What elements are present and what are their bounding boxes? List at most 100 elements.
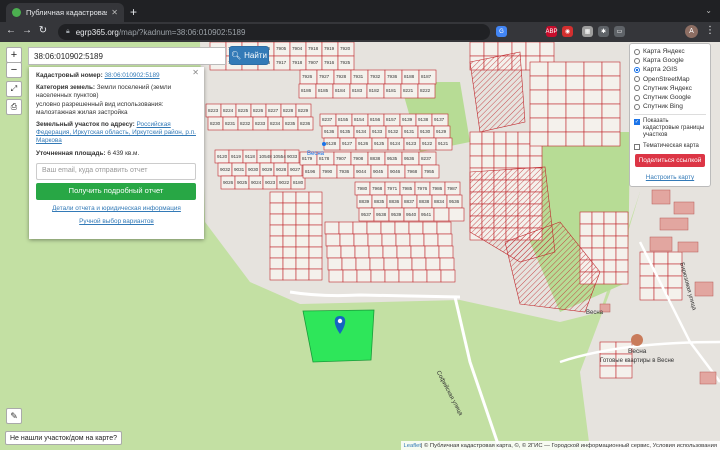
plot-number-label: 8181 bbox=[386, 88, 397, 93]
search-button[interactable]: 🔍︎ Найти bbox=[229, 46, 269, 65]
plot-number-label: 9027 bbox=[290, 166, 301, 172]
address-row: Земельный участок по адресу: Российская … bbox=[36, 121, 197, 146]
plot-number-label: 7968 bbox=[407, 168, 418, 174]
map-layer-option[interactable]: Спутник Яндекс bbox=[634, 84, 706, 93]
browser-menu-icon[interactable]: ⋮ bbox=[705, 25, 715, 36]
reload-icon[interactable]: ↻ bbox=[36, 25, 50, 36]
plot-number-label: 8196 bbox=[305, 168, 316, 174]
map-layer-option[interactable]: Карта Яндекс bbox=[634, 47, 706, 56]
browser-tab[interactable]: Публичная кадастровая карт ✕ bbox=[6, 3, 124, 22]
area-value: 6 439 кв.м. bbox=[107, 149, 140, 157]
plot-number-label: 8180 bbox=[293, 179, 304, 185]
map-layer-label: Спутник Яндекс bbox=[643, 84, 692, 92]
radio-icon[interactable] bbox=[634, 57, 640, 64]
forward-arrow-icon[interactable]: → bbox=[20, 25, 34, 36]
fullscreen-icon[interactable]: ⤢ bbox=[6, 81, 22, 97]
cadastral-search-input[interactable] bbox=[28, 47, 226, 65]
map-layer-option[interactable]: Спутник Google bbox=[634, 93, 706, 102]
radio-icon[interactable] bbox=[634, 103, 640, 110]
plot-number-label: 9131 bbox=[404, 129, 415, 134]
sidebar-icon[interactable]: ▭ bbox=[614, 26, 625, 37]
plot-number-label: 8185 bbox=[318, 88, 329, 93]
radio-selected-icon[interactable] bbox=[634, 66, 640, 73]
profile-avatar[interactable]: A bbox=[685, 25, 698, 38]
zoom-in-button[interactable]: + bbox=[6, 47, 22, 63]
plot-number-label: 8236 bbox=[300, 120, 311, 126]
close-icon[interactable]: ✕ bbox=[192, 68, 199, 77]
map-layer-option[interactable]: OpenStreetMap bbox=[634, 75, 706, 84]
plot-number-label: 7916 bbox=[324, 60, 335, 65]
browser-toolbar: ← → ↻ 🔒︎ egrp365.org /map/?kadnum=38:06:… bbox=[0, 22, 720, 42]
cad-number-link[interactable]: 38:06:010902:5189 bbox=[105, 72, 160, 79]
plot-number-label: 9031 bbox=[234, 166, 245, 172]
cadastral-map[interactable]: Весна Весна Готовые квартиры в Весне Вес… bbox=[0, 42, 720, 450]
plot-number-label: 8184 bbox=[335, 88, 346, 93]
map-layer-label: Карта Google bbox=[643, 57, 684, 65]
plot-number-label: 8223 bbox=[208, 107, 219, 113]
address-bar[interactable]: 🔒︎ egrp365.org /map/?kadnum=38:06:010902… bbox=[58, 24, 490, 40]
radio-icon[interactable] bbox=[634, 94, 640, 101]
configure-map-link[interactable]: Настроить карту bbox=[634, 174, 706, 181]
plot-number-label: 9118 bbox=[245, 153, 255, 159]
plot-number-label: 7928 bbox=[336, 74, 347, 79]
search-button-label: Найти bbox=[244, 51, 267, 60]
plot-number-label: 7918 bbox=[292, 60, 303, 65]
back-arrow-icon[interactable]: ← bbox=[4, 25, 18, 36]
puzzle-icon[interactable]: ✱ bbox=[598, 26, 609, 37]
plot-number-label: 8838 bbox=[419, 198, 430, 204]
thematic-map-checkbox[interactable]: Тематическая карта bbox=[634, 143, 706, 151]
plot-number-label: 8834 bbox=[434, 198, 445, 204]
google-icon[interactable]: G bbox=[496, 26, 507, 37]
checkbox-checked-icon[interactable]: ✓ bbox=[634, 119, 640, 126]
plot-number-label: 9541 bbox=[421, 211, 432, 217]
plot-number-label: 9028 bbox=[276, 166, 287, 172]
plot-number-label: 9024 bbox=[251, 179, 262, 185]
plot-number-label: 7971 bbox=[387, 185, 398, 191]
not-found-button[interactable]: Не нашли участок/дом на карте? bbox=[5, 431, 122, 445]
map-layer-option[interactable]: Карта 2GIS bbox=[634, 65, 706, 74]
url-domain: egrp365.org bbox=[75, 27, 119, 37]
share-link-button[interactable]: Поделиться ссылкой bbox=[635, 154, 705, 168]
checkbox-unchecked-icon[interactable] bbox=[634, 144, 640, 151]
extension-grid-icon[interactable]: ▦ bbox=[582, 26, 593, 37]
site-favicon-icon bbox=[12, 8, 21, 17]
pencil-icon[interactable]: ✎ bbox=[6, 408, 22, 424]
plot-number-label: 9026 bbox=[223, 179, 234, 185]
plot-number-label: 9540 bbox=[406, 211, 417, 217]
email-field[interactable]: Ваш email, куда отправить отчет bbox=[36, 162, 196, 180]
map-layer-option[interactable]: Спутник Bing bbox=[634, 102, 706, 111]
plot-number-label: 8233 bbox=[255, 120, 266, 126]
tab-search-icon[interactable]: ⌄ bbox=[705, 6, 712, 15]
tab-close-icon[interactable]: ✕ bbox=[111, 8, 118, 17]
plot-number-label: 8837 bbox=[404, 198, 415, 204]
adblock-icon[interactable]: ABP bbox=[546, 26, 558, 37]
map-attribution: Leaflet | © Публичная кадастровая карта,… bbox=[400, 441, 720, 450]
radio-icon[interactable] bbox=[634, 48, 640, 55]
plot-number-label: 7955 bbox=[424, 168, 435, 174]
plot-number-label: 7987 bbox=[447, 185, 458, 191]
zoom-out-button[interactable]: − bbox=[6, 62, 22, 78]
plot-number-label: 9025 bbox=[237, 179, 248, 185]
area-label: Уточненная площадь: bbox=[36, 149, 106, 157]
plot-number-label: 9029 bbox=[262, 166, 273, 172]
plot-number-label: 8178 bbox=[319, 155, 330, 161]
get-report-button[interactable]: Получить подробный отчет bbox=[36, 182, 196, 200]
plot-number-label: 7985 bbox=[402, 185, 413, 191]
plot-number-label: 7905 bbox=[276, 46, 287, 51]
plot-number-label: 9123 bbox=[406, 141, 417, 146]
radio-icon[interactable] bbox=[634, 85, 640, 92]
radio-icon[interactable] bbox=[634, 76, 640, 83]
cadastral-bounds-checkbox[interactable]: ✓ Показать кадастровые границы участков bbox=[634, 118, 706, 139]
plot-number-label: 8835 bbox=[374, 198, 385, 204]
map-layer-option[interactable]: Карта Google bbox=[634, 56, 706, 65]
plot-number-label: 9124 bbox=[390, 141, 401, 146]
report-details-link[interactable]: Детали отчета и юридическая информация bbox=[36, 205, 197, 213]
plot-number-label: 8231 bbox=[225, 120, 236, 126]
plot-number-label: 9135 bbox=[340, 129, 351, 134]
print-icon[interactable]: ⎙ bbox=[6, 99, 22, 115]
extension-red-icon[interactable]: ◉ bbox=[562, 26, 573, 37]
new-tab-button[interactable]: + bbox=[130, 5, 137, 19]
cad-number-label: Кадастровый номер: bbox=[36, 72, 103, 79]
manual-selection-link[interactable]: Ручной выбор вариантов bbox=[36, 218, 197, 226]
leaflet-link[interactable]: Leaflet bbox=[404, 443, 421, 449]
